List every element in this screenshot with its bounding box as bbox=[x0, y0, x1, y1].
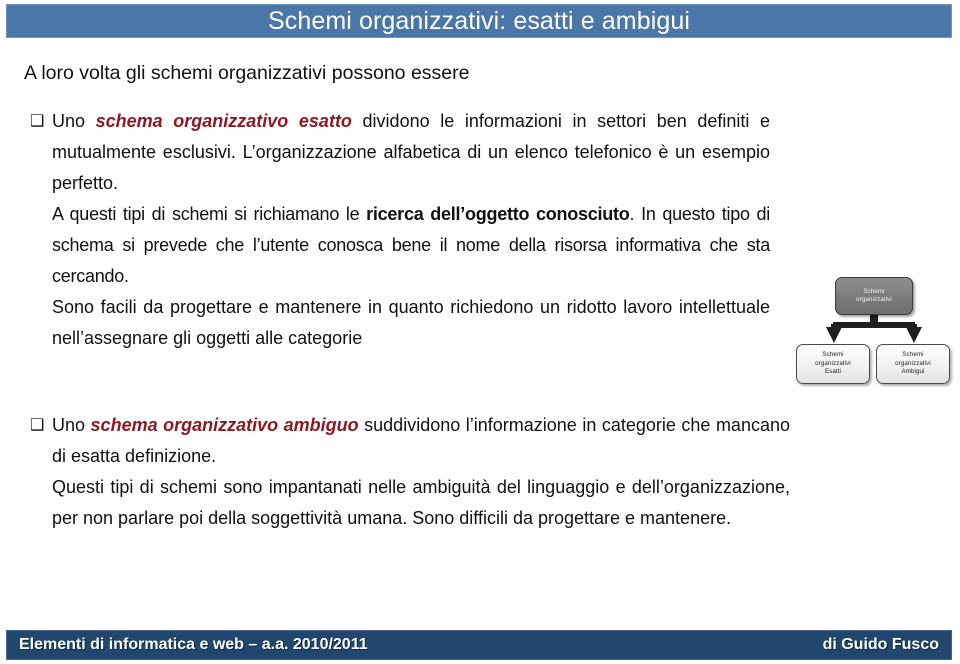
diagram-node-ambigui-label: Schemi organizzativi Ambigui bbox=[895, 351, 931, 376]
paragraph-esatto-2-lead: A questi tipi di schemi si richiamano le bbox=[52, 204, 367, 224]
diagram-node-esatti-line3: Esatti bbox=[824, 368, 842, 376]
diagram-node-esatti-label: Schemi organizzativi Esatti bbox=[815, 351, 851, 376]
diagram-node-esatti: Schemi organizzativi Esatti bbox=[796, 344, 870, 384]
slide-title-bar: Schemi organizzativi: esatti e ambigui bbox=[6, 4, 952, 38]
paragraph-esatto-1-lead: Uno bbox=[52, 111, 96, 131]
paragraph-esatto-2-emphasis: ricerca dell’oggetto conosciuto bbox=[366, 204, 630, 224]
lead-line: A loro volta gli schemi organizzativi po… bbox=[24, 62, 470, 84]
bullet-item-esatto: ❑ Uno schema organizzativo esatto divido… bbox=[30, 106, 770, 354]
bullet-item-ambiguo: ❑ Uno schema organizzativo ambiguo suddi… bbox=[30, 410, 790, 534]
footer-author-label: di Guido Fusco bbox=[822, 636, 939, 653]
paragraph-ambiguo-2-lead: Questi tipi di schemi sono impantanati n… bbox=[52, 477, 790, 528]
bullet-square-icon: ❑ bbox=[30, 417, 45, 434]
paragraph-ambiguo-1: Uno schema organizzativo ambiguo suddivi… bbox=[52, 410, 790, 472]
bullet-body-esatto: Uno schema organizzativo esatto dividono… bbox=[52, 106, 770, 354]
diagram-node-root-label: Schemi organizzativi bbox=[856, 288, 892, 305]
bullet-body-ambiguo: Uno schema organizzativo ambiguo suddivi… bbox=[52, 410, 790, 534]
paragraph-esatto-3: Sono facili da progettare e mantenere in… bbox=[52, 292, 770, 354]
org-scheme-diagram: Schemi organizzativi Schemi organizzativ… bbox=[790, 272, 956, 388]
diagram-node-ambigui-line3: Ambigui bbox=[901, 368, 925, 376]
slide-content: A loro volta gli schemi organizzativi po… bbox=[0, 44, 960, 624]
diagram-node-root-line1: Schemi bbox=[863, 287, 885, 295]
paragraph-ambiguo-1-lead: Uno bbox=[52, 415, 91, 435]
paragraph-esatto-3-lead: Sono facili da progettare e mantenere in… bbox=[52, 297, 770, 348]
diagram-node-esatti-line1: Schemi bbox=[822, 351, 844, 359]
paragraph-ambiguo-2: Questi tipi di schemi sono impantanati n… bbox=[52, 472, 790, 534]
slide-footer-bar: Elementi di informatica e web – a.a. 201… bbox=[6, 630, 952, 660]
paragraph-ambiguo-1-emphasis: schema organizzativo ambiguo bbox=[90, 415, 359, 435]
bullet-square-icon: ❑ bbox=[30, 113, 45, 130]
diagram-node-root: Schemi organizzativi bbox=[835, 277, 913, 315]
diagram-node-root-line2: organizzativi bbox=[856, 296, 892, 303]
page-title: Schemi organizzativi: esatti e ambigui bbox=[267, 6, 691, 35]
diagram-node-ambigui-line2: organizzativi bbox=[895, 359, 931, 367]
diagram-node-ambigui: Schemi organizzativi Ambigui bbox=[876, 344, 950, 384]
paragraph-esatto-1: Uno schema organizzativo esatto dividono… bbox=[52, 106, 770, 199]
footer-course-label: Elementi di informatica e web – a.a. 201… bbox=[19, 636, 368, 653]
paragraph-esatto-1-emphasis: schema organizzativo esatto bbox=[95, 111, 352, 131]
diagram-node-ambigui-line1: Schemi bbox=[902, 351, 924, 359]
paragraph-esatto-2: A questi tipi di schemi si richiamano le… bbox=[52, 199, 770, 292]
diagram-node-esatti-line2: organizzativi bbox=[815, 359, 851, 367]
